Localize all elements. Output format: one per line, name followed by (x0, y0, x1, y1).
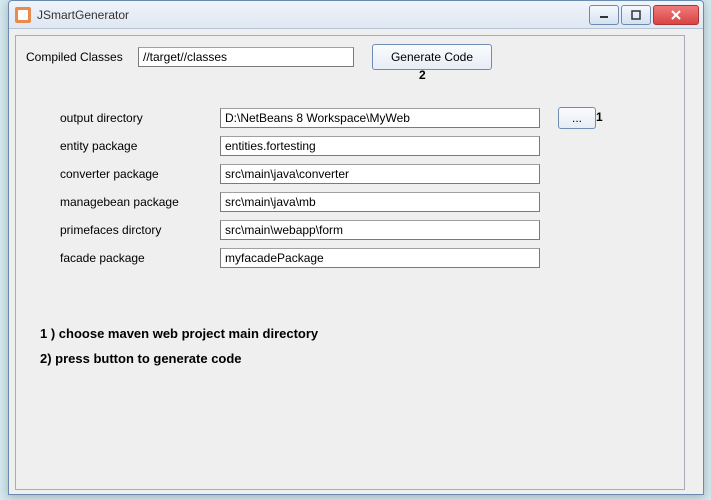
managebean-pkg-input[interactable] (220, 192, 540, 212)
titlebar: JSmartGenerator (9, 1, 703, 29)
primefaces-dir-input[interactable] (220, 220, 540, 240)
annotation-2: 2 (419, 68, 426, 82)
annotation-1: 1 (596, 110, 603, 124)
entity-pkg-label: entity package (60, 139, 210, 153)
converter-pkg-input[interactable] (220, 164, 540, 184)
window-buttons (589, 5, 699, 25)
instruction-1: 1 ) choose maven web project main direct… (40, 326, 680, 341)
settings-form: output directory ... 1 entity package co… (60, 106, 680, 270)
close-button[interactable] (653, 5, 699, 25)
output-dir-input[interactable] (220, 108, 540, 128)
primefaces-dir-label: primefaces dirctory (60, 223, 210, 237)
instructions: 1 ) choose maven web project main direct… (40, 326, 680, 366)
main-panel: Compiled Classes Generate Code 2 output … (15, 35, 685, 490)
entity-pkg-input[interactable] (220, 136, 540, 156)
output-dir-label: output directory (60, 111, 210, 125)
instruction-2: 2) press button to generate code (40, 351, 680, 366)
java-app-icon (15, 7, 31, 23)
converter-pkg-label: converter package (60, 167, 210, 181)
window-title: JSmartGenerator (37, 8, 589, 22)
minimize-button[interactable] (589, 5, 619, 25)
compiled-classes-input[interactable] (138, 47, 354, 67)
top-row: Compiled Classes Generate Code 2 (20, 40, 680, 74)
compiled-classes-label: Compiled Classes (22, 50, 132, 64)
generate-code-button[interactable]: Generate Code (372, 44, 492, 70)
maximize-button[interactable] (621, 5, 651, 25)
facade-pkg-input[interactable] (220, 248, 540, 268)
facade-pkg-label: facade package (60, 251, 210, 265)
app-window: JSmartGenerator Compiled Classes Generat… (8, 0, 704, 495)
window-content: Compiled Classes Generate Code 2 output … (9, 29, 703, 494)
managebean-pkg-label: managebean package (60, 195, 210, 209)
browse-button[interactable]: ... (558, 107, 596, 129)
